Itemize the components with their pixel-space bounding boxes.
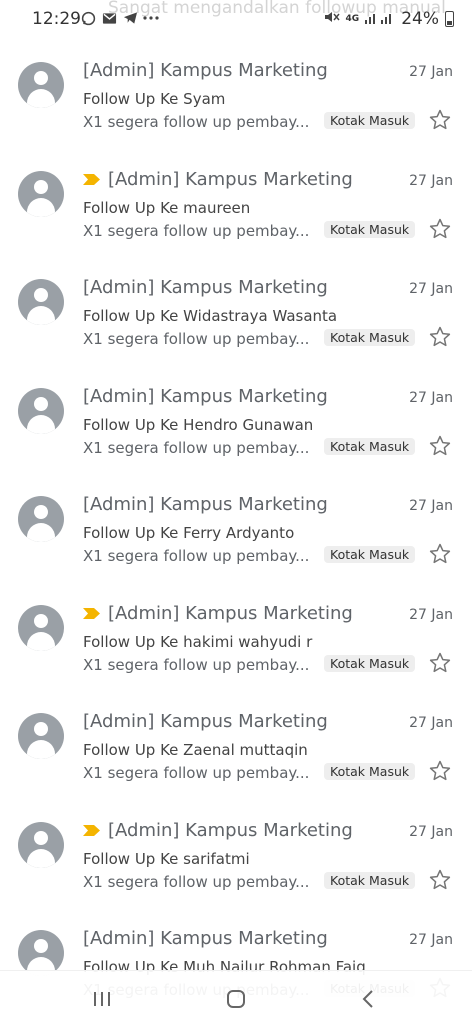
email-snippet: X1 segera follow up pembay... [83,113,310,131]
home-icon[interactable] [222,985,250,1013]
email-snippet: X1 segera follow up pembay... [83,547,310,565]
email-date: 27 Jan [409,64,453,80]
email-sender-name: [Admin] Kampus Marketing [83,928,328,949]
sender-avatar[interactable] [18,821,64,868]
mute-icon [324,9,340,29]
email-sender: [Admin] Kampus Marketing [83,603,353,624]
email-row[interactable]: [Admin] Kampus Marketing 27 Jan Follow Up … [0,590,472,698]
email-sender-name: [Admin] Kampus Marketing [83,711,328,732]
recent-apps-icon[interactable] [88,985,116,1013]
sender-avatar[interactable] [18,713,64,759]
email-sender: [Admin] Kampus Marketing [83,386,328,407]
label-chip: Kotak Masuk [324,654,416,672]
email-date: 27 Jan [409,498,453,514]
star-icon[interactable] [428,542,452,566]
status-bar: Sangat mengandalkan followup manual 12:2… [0,0,472,40]
star-icon[interactable] [428,108,452,132]
important-marker-icon[interactable] [83,173,100,185]
email-subject: Follow Up Ke Ferry Ardyanto [83,524,295,542]
whatsapp-icon [80,10,96,26]
star-icon[interactable] [428,651,452,675]
email-sender-name: [Admin] Kampus Marketing [83,60,328,81]
email-row[interactable]: [Admin] Kampus Marketing 27 Jan Follow Up … [0,373,472,481]
sender-avatar[interactable] [18,170,64,217]
label-chip: Kotak Masuk [324,546,416,563]
email-date: 27 Jan [409,823,453,840]
email-row[interactable]: [Admin] Kampus Marketing 27 Jan Follow Up … [0,481,472,589]
email-subject: Follow Up Ke Zaenal muttaqin [83,741,308,759]
star-icon[interactable] [428,868,452,892]
email-snippet: X1 segera follow up pembay... [83,764,310,782]
sender-avatar[interactable] [18,387,64,434]
system-status: 4G 24% [324,9,454,29]
email-sender-name: [Admin] Kampus Marketing [108,819,353,841]
email-date: 27 Jan [409,172,453,189]
email-sender: [Admin] Kampus Marketing [83,60,328,81]
telegram-icon [122,10,138,26]
email-snippet: X1 segera follow up pembay... [83,872,310,891]
battery-percent: 24% [401,9,439,29]
signal-icon [365,9,395,29]
email-subject: Follow Up Ke Widastraya Wasanta [83,307,338,325]
sender-avatar[interactable] [18,604,64,651]
email-subject: Follow Up Ke hakimi wahyudi r [83,632,313,651]
email-snippet: X1 segera follow up pembay... [83,655,310,674]
email-sender: [Admin] Kampus Marketing [83,928,328,949]
email-sender: [Admin] Kampus Marketing [83,820,353,841]
star-icon[interactable] [428,434,452,458]
email-row[interactable]: [Admin] Kampus Marketing 27 Jan Follow Up … [0,698,472,806]
label-chip: Kotak Masuk [324,871,416,889]
sender-avatar[interactable] [18,62,64,108]
star-icon[interactable] [428,759,452,783]
email-sender-name: [Admin] Kampus Marketing [108,168,353,190]
label-chip: Kotak Masuk [324,763,416,780]
email-subject: Follow Up Ke Hendro Gunawan [83,415,314,434]
email-subject: Follow Up Ke sarifatmi [83,849,250,868]
email-date: 27 Jan [409,932,453,948]
email-sender-name: [Admin] Kampus Marketing [83,385,328,407]
email-sender-name: [Admin] Kampus Marketing [108,602,353,624]
email-subject: Follow Up Ke maureen [83,198,251,217]
email-subject: Follow Up Ke Syam [83,90,226,108]
email-date: 27 Jan [409,715,453,731]
label-chip: Kotak Masuk [324,220,416,238]
email-sender-name: [Admin] Kampus Marketing [83,277,328,298]
email-sender: [Admin] Kampus Marketing [83,277,328,298]
network-type: 4G [345,13,360,24]
email-snippet: X1 segera follow up pembay... [83,221,310,240]
label-chip: Kotak Masuk [324,329,416,346]
email-snippet: X1 segera follow up pembay... [83,330,310,348]
email-date: 27 Jan [409,389,453,406]
email-row[interactable]: [Admin] Kampus Marketing 27 Jan Follow Up … [0,156,472,264]
important-marker-icon[interactable] [83,607,100,619]
star-icon[interactable] [428,325,452,349]
email-sender-name: [Admin] Kampus Marketing [83,494,328,515]
sender-avatar[interactable] [18,496,64,542]
label-chip: Kotak Masuk [324,437,416,455]
email-sender: [Admin] Kampus Marketing [83,494,328,515]
sender-avatar[interactable] [18,279,64,325]
email-row[interactable]: [Admin] Kampus Marketing 27 Jan Follow Up … [0,264,472,372]
email-date: 27 Jan [409,606,453,623]
clock: 12:29 [32,9,81,29]
email-row[interactable]: [Admin] Kampus Marketing 27 Jan Follow Up … [0,807,472,915]
star-icon[interactable] [428,217,452,241]
email-sender: [Admin] Kampus Marketing [83,711,328,732]
label-chip: Kotak Masuk [324,112,416,129]
navigation-bar [0,970,472,1024]
back-icon[interactable] [354,985,382,1013]
important-marker-icon[interactable] [83,824,100,836]
email-snippet: X1 segera follow up pembay... [83,438,310,457]
email-row[interactable]: [Admin] Kampus Marketing 27 Jan Follow Up … [0,47,472,155]
more-dots-icon [143,10,159,26]
email-date: 27 Jan [409,281,453,297]
notification-icons [80,10,159,26]
battery-icon [445,11,454,27]
gmail-icon [101,10,117,26]
email-sender: [Admin] Kampus Marketing [83,169,353,190]
